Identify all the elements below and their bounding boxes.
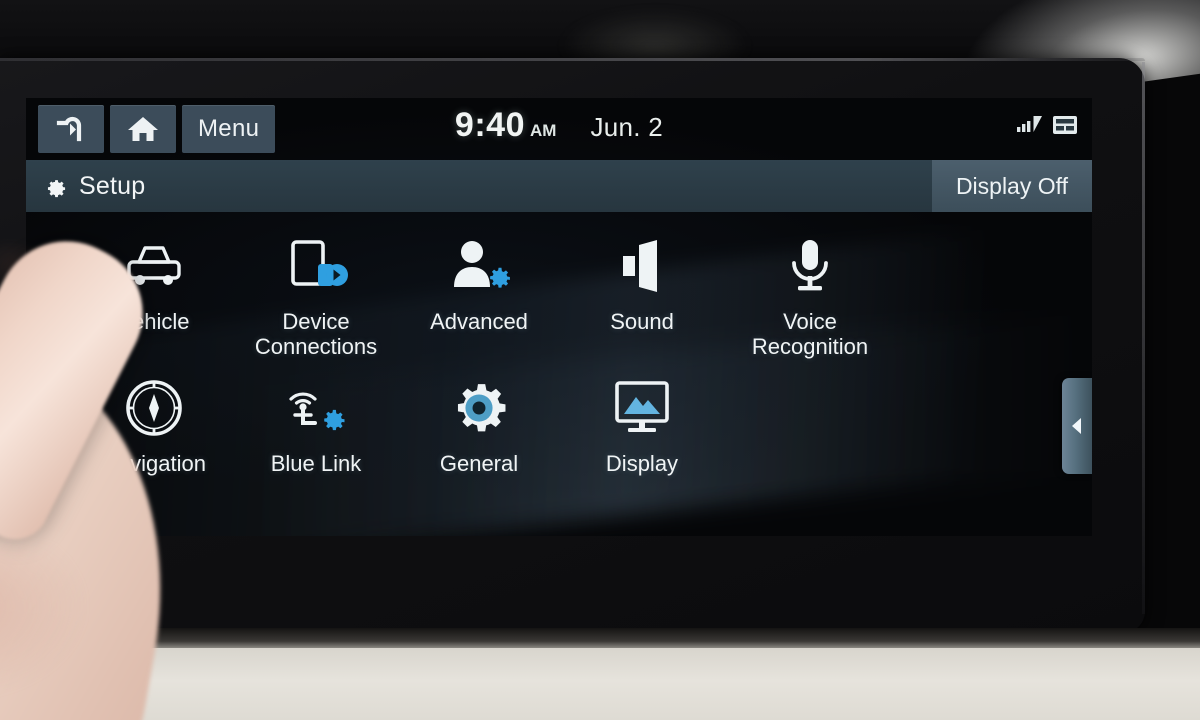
- navigation-glyph: [123, 370, 185, 446]
- compass-icon: [126, 380, 182, 436]
- menu-item-advanced-label: Advanced: [430, 309, 528, 334]
- menu-item-navigation[interactable]: Navigation: [70, 370, 238, 477]
- menu-item-device-connections[interactable]: Device Connections: [232, 228, 400, 359]
- signal-strength-icon: [1017, 116, 1042, 132]
- menu-item-sound-label: Sound: [610, 309, 674, 334]
- setup-menu-grid: Vehicle Device Connections Advanced Soun…: [26, 212, 1092, 536]
- status-indicator-group: [1017, 114, 1078, 136]
- menu-item-vehicle-label: Vehicle: [118, 309, 190, 334]
- display-off-label: Display Off: [955, 172, 1068, 199]
- bluelink-icon: [289, 392, 345, 431]
- menu-item-vehicle[interactable]: Vehicle: [70, 228, 238, 335]
- display-glyph: [609, 370, 675, 446]
- menu-item-sound[interactable]: Sound: [558, 228, 726, 335]
- title-group: Setup: [42, 172, 145, 201]
- menu-item-voice-recognition-label-1: Voice: [783, 309, 837, 334]
- menu-button-label: Menu: [198, 115, 260, 142]
- status-bar: Menu 9:40 AM Jun. 2: [26, 98, 1092, 160]
- menu-button[interactable]: Menu: [182, 105, 276, 153]
- clock-time: 9:40: [454, 106, 525, 144]
- infotainment-screen[interactable]: Menu 9:40 AM Jun. 2 Setup Display Off Ve…: [26, 98, 1092, 536]
- title-bar: Setup Display Off: [26, 160, 1092, 212]
- device-connections-glyph: [281, 228, 351, 304]
- page-title: Setup: [79, 171, 146, 200]
- menu-item-display-label: Display: [605, 451, 679, 476]
- menu-item-display[interactable]: Display: [558, 370, 726, 477]
- vehicle-glyph: [121, 228, 187, 304]
- dashboard-lower-panel: [0, 648, 1200, 720]
- speaker-icon: [623, 240, 657, 292]
- date-label: Jun. 2: [590, 112, 664, 142]
- menu-item-voice-recognition[interactable]: Voice Recognition: [726, 228, 894, 359]
- general-glyph: [448, 370, 510, 446]
- menu-item-voice-recognition-label-2: Recognition: [751, 333, 869, 359]
- chevron-left-icon: [1072, 418, 1081, 434]
- sound-glyph: [611, 228, 673, 304]
- sd-card-icon: [1053, 116, 1077, 134]
- gear-icon: [457, 384, 506, 432]
- nav-button-group: Menu: [38, 105, 276, 153]
- display-off-button[interactable]: Display Off: [931, 160, 1092, 212]
- back-button[interactable]: [38, 105, 104, 153]
- next-page-button[interactable]: [1062, 378, 1092, 474]
- blue-link-glyph: [281, 370, 351, 446]
- microphone-icon: [792, 240, 828, 291]
- dashboard-scene: Menu 9:40 AM Jun. 2 Setup Display Off Ve…: [0, 0, 1200, 720]
- bezel-right-edge: [1142, 62, 1145, 614]
- car-icon: [127, 246, 181, 285]
- menu-item-navigation-label: Navigation: [102, 451, 206, 476]
- menu-item-blue-link[interactable]: Blue Link: [232, 370, 400, 477]
- menu-item-device-connections-label-1: Device: [282, 309, 350, 334]
- home-icon: [128, 117, 158, 141]
- menu-item-general[interactable]: General: [395, 370, 563, 477]
- voice-recognition-glyph: [781, 228, 839, 304]
- menu-item-device-connections-label-2: Connections: [254, 333, 378, 359]
- person-gear-icon: [454, 241, 510, 288]
- home-button[interactable]: [110, 105, 176, 153]
- menu-item-general-label: General: [439, 451, 519, 476]
- advanced-glyph: [446, 228, 512, 304]
- monitor-picture-icon: [615, 381, 669, 432]
- menu-item-advanced[interactable]: Advanced: [395, 228, 563, 335]
- bezel-top-edge: [0, 58, 1145, 61]
- gear-icon: [47, 180, 66, 198]
- clock-meridiem: AM: [529, 121, 557, 140]
- clock: 9:40 AM: [455, 106, 557, 145]
- back-arrow-icon: [56, 116, 82, 142]
- phone-bluetooth-icon: [291, 240, 348, 286]
- menu-item-blue-link-label: Blue Link: [270, 451, 362, 476]
